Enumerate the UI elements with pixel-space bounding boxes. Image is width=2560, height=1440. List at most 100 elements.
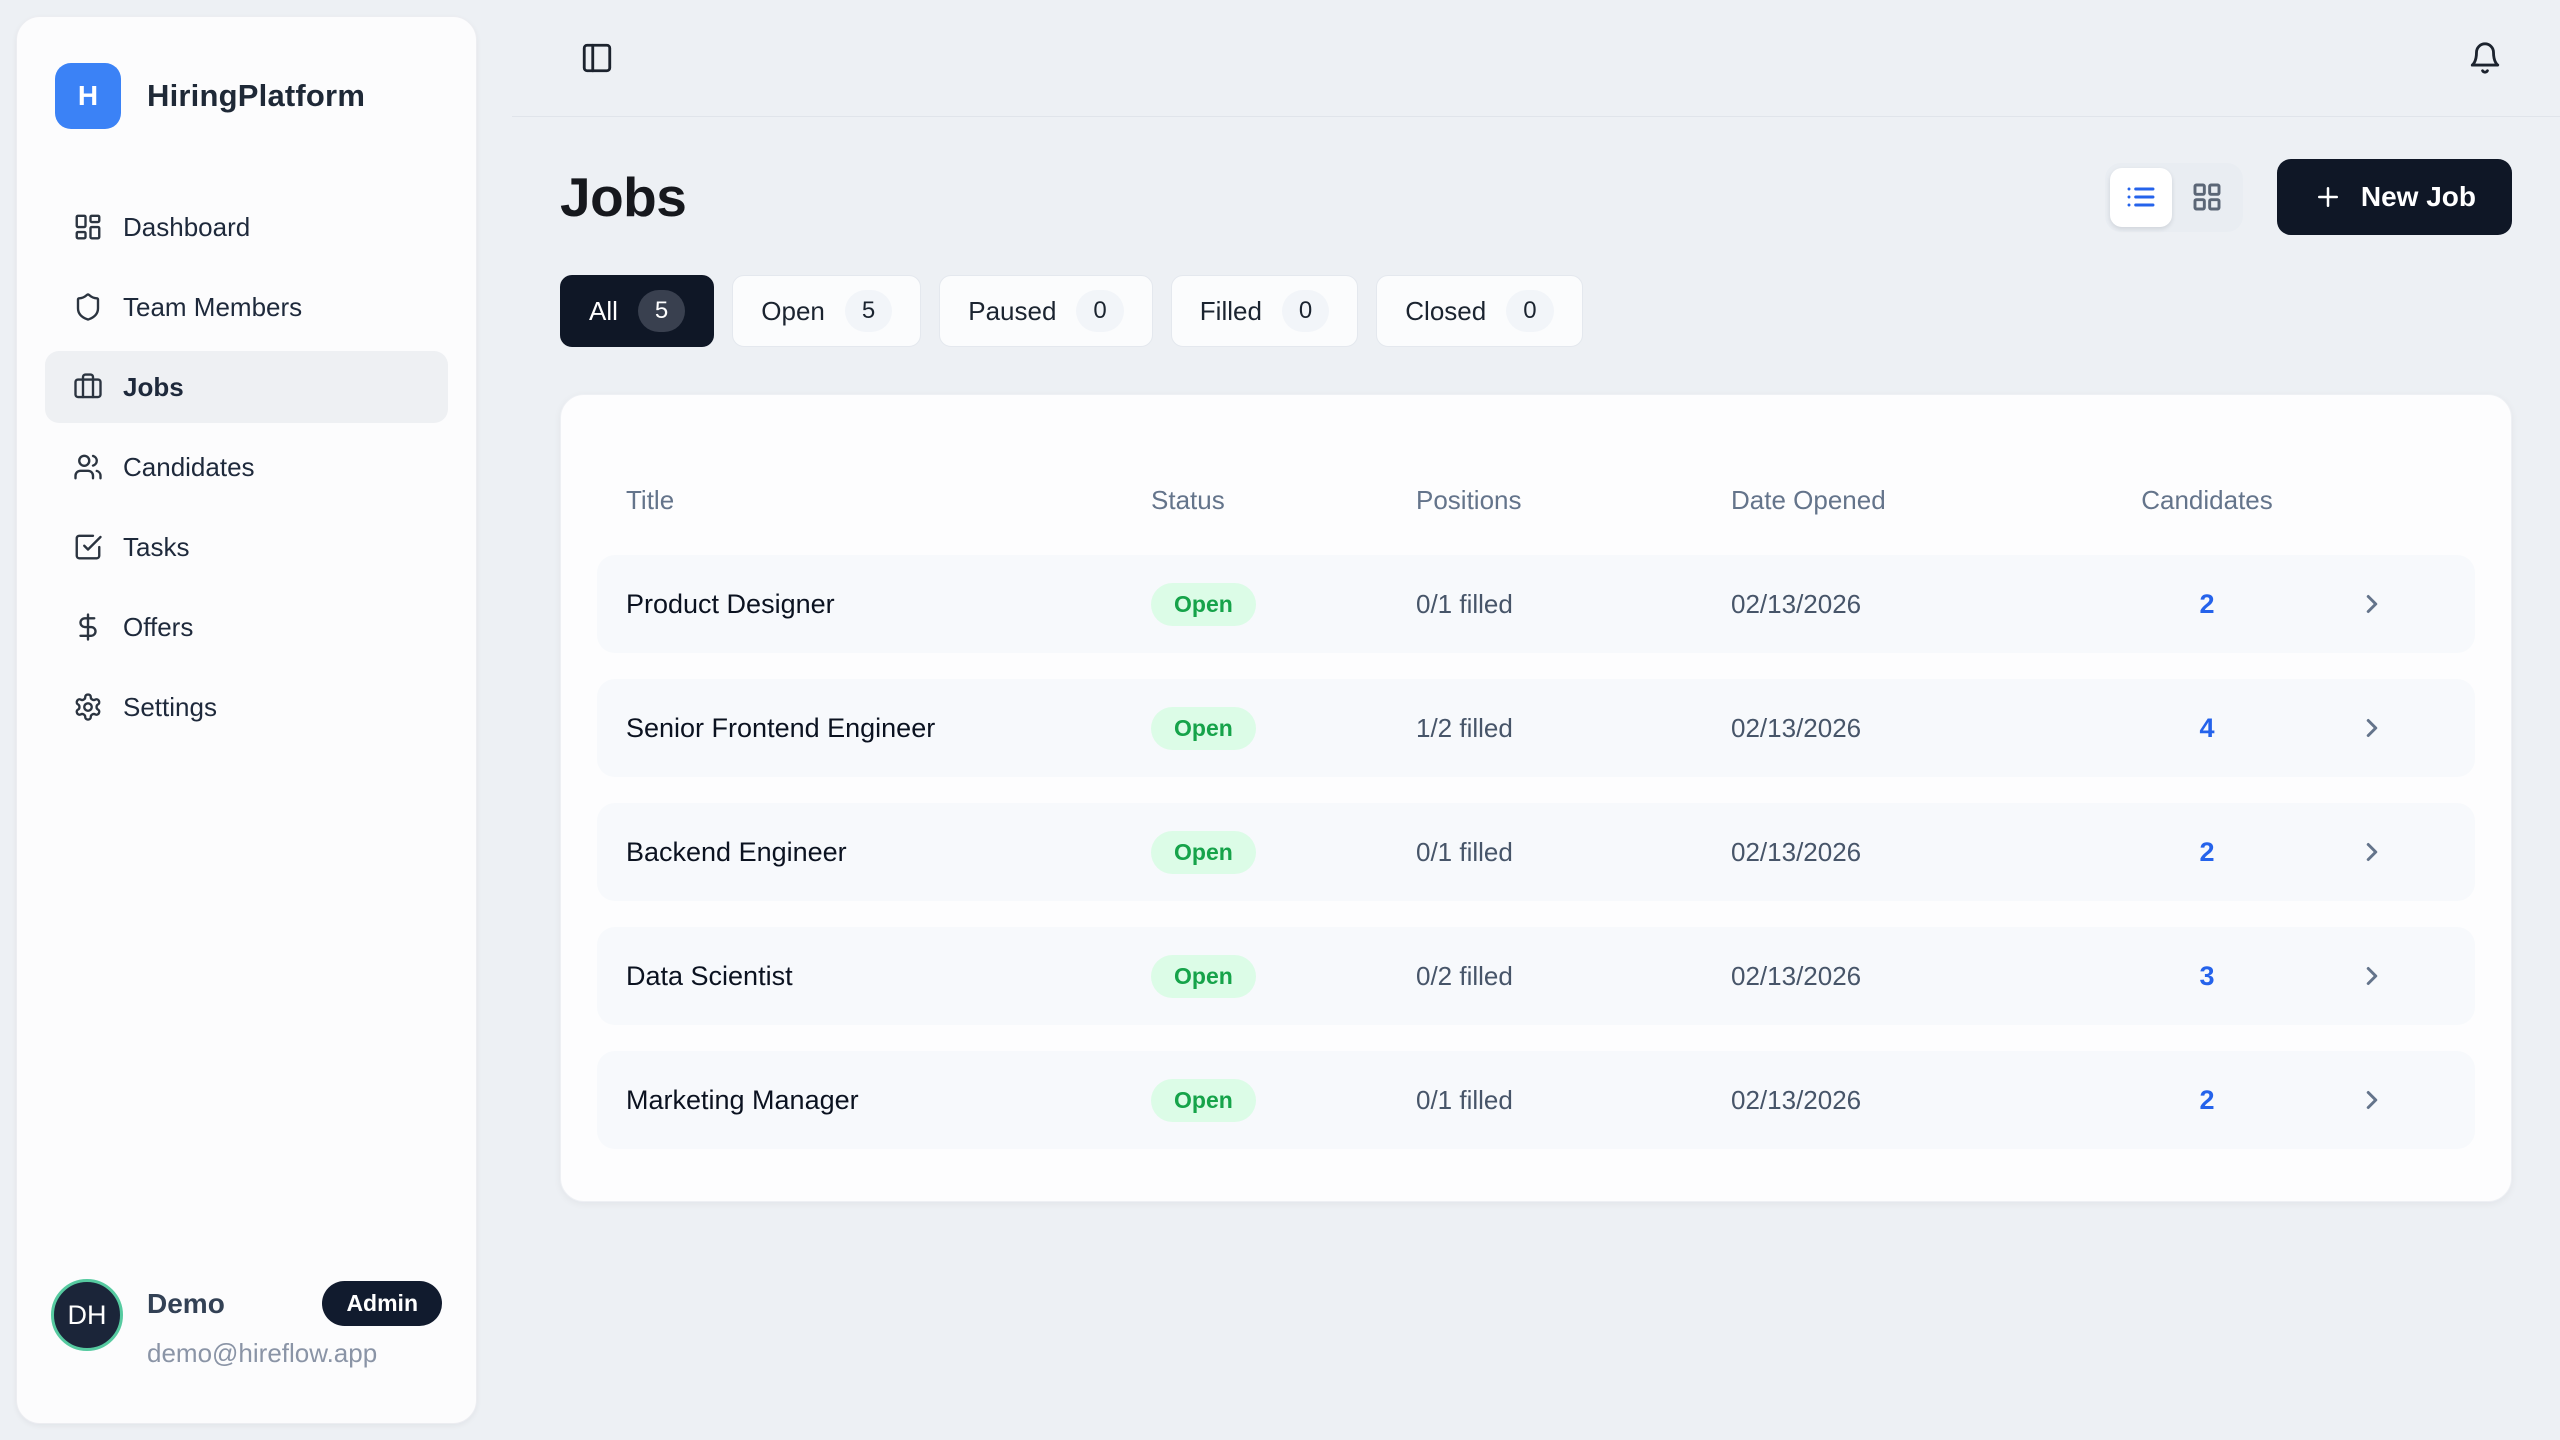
job-title: Marketing Manager [626,1085,1151,1116]
sidebar-item-candidates[interactable]: Candidates [45,431,448,503]
status-filters: All 5 Open 5 Paused 0 Filled 0 Closed 0 [560,275,2512,347]
chevron-right-icon[interactable] [2297,837,2446,867]
status-badge: Open [1151,583,1256,626]
sidebar: H HiringPlatform Dashboard Team Members … [16,16,477,1424]
date-opened-cell: 02/13/2026 [1731,961,2117,992]
filter-all[interactable]: All 5 [560,275,714,347]
status-badge: Open [1151,831,1256,874]
column-date-opened: Date Opened [1731,485,2117,516]
table-row[interactable]: Product Designer Open 0/1 filled 02/13/2… [597,555,2475,653]
filter-open[interactable]: Open 5 [732,275,921,347]
sidebar-nav: Dashboard Team Members Jobs Candidates T… [45,191,448,743]
filter-count: 5 [845,290,892,332]
sidebar-item-team-members[interactable]: Team Members [45,271,448,343]
topbar [512,0,2560,117]
sidebar-item-settings[interactable]: Settings [45,671,448,743]
date-opened-cell: 02/13/2026 [1731,589,2117,620]
candidates-count-link[interactable]: 2 [2117,589,2297,620]
table-header: Title Status Positions Date Opened Candi… [597,445,2475,555]
candidates-count-link[interactable]: 2 [2117,1085,2297,1116]
brand-logo-icon: H [55,63,121,129]
table-row[interactable]: Data Scientist Open 0/2 filled 02/13/202… [597,927,2475,1025]
filter-count: 5 [638,290,685,332]
filter-paused[interactable]: Paused 0 [939,275,1153,347]
table-row[interactable]: Senior Frontend Engineer Open 1/2 filled… [597,679,2475,777]
candidates-count-link[interactable]: 3 [2117,961,2297,992]
sidebar-item-label: Tasks [123,532,189,563]
date-opened-cell: 02/13/2026 [1731,713,2117,744]
positions-cell: 0/1 filled [1416,837,1731,868]
table-row[interactable]: Marketing Manager Open 0/1 filled 02/13/… [597,1051,2475,1149]
filter-label: All [589,296,618,327]
sidebar-item-label: Dashboard [123,212,250,243]
filter-count: 0 [1282,290,1329,332]
sidebar-item-tasks[interactable]: Tasks [45,511,448,583]
table-row[interactable]: Backend Engineer Open 0/1 filled 02/13/2… [597,803,2475,901]
date-opened-cell: 02/13/2026 [1731,1085,2117,1116]
plus-icon [2313,182,2343,212]
filter-closed[interactable]: Closed 0 [1376,275,1582,347]
filter-label: Open [761,296,825,327]
job-title: Backend Engineer [626,837,1151,868]
date-opened-cell: 02/13/2026 [1731,837,2117,868]
role-badge: Admin [322,1281,442,1326]
filter-count: 0 [1076,290,1123,332]
sidebar-toggle-button[interactable] [574,35,620,81]
dollar-icon [73,612,103,642]
new-job-label: New Job [2361,181,2476,213]
filter-label: Filled [1200,296,1262,327]
filter-count: 0 [1506,290,1553,332]
brand: H HiringPlatform [45,63,448,129]
candidates-count-link[interactable]: 4 [2117,713,2297,744]
grid-icon [2191,181,2223,213]
candidates-count-link[interactable]: 2 [2117,837,2297,868]
status-badge: Open [1151,707,1256,750]
shield-icon [73,292,103,322]
job-title: Data Scientist [626,961,1151,992]
sidebar-item-label: Offers [123,612,193,643]
positions-cell: 1/2 filled [1416,713,1731,744]
filter-label: Paused [968,296,1056,327]
user-profile: DH Demo Admin demo@hireflow.app [45,1269,448,1383]
chevron-right-icon[interactable] [2297,1085,2446,1115]
view-toggle [2105,163,2243,232]
sidebar-item-label: Jobs [123,372,184,403]
column-status: Status [1151,485,1416,516]
positions-cell: 0/1 filled [1416,1085,1731,1116]
filter-label: Closed [1405,296,1486,327]
jobs-table-card: Title Status Positions Date Opened Candi… [560,394,2512,1202]
chevron-right-icon[interactable] [2297,589,2446,619]
job-title: Senior Frontend Engineer [626,713,1151,744]
job-title: Product Designer [626,589,1151,620]
user-email: demo@hireflow.app [147,1338,442,1369]
gear-icon [73,692,103,722]
positions-cell: 0/1 filled [1416,589,1731,620]
chevron-right-icon[interactable] [2297,961,2446,991]
sidebar-item-dashboard[interactable]: Dashboard [45,191,448,263]
main-area: Jobs [512,0,2560,1440]
column-candidates: Candidates [2117,485,2297,516]
users-icon [73,452,103,482]
chevron-right-icon[interactable] [2297,713,2446,743]
brand-name: HiringPlatform [147,78,365,114]
column-positions: Positions [1416,485,1731,516]
positions-cell: 0/2 filled [1416,961,1731,992]
sidebar-item-label: Candidates [123,452,255,483]
new-job-button[interactable]: New Job [2277,159,2512,235]
grid-view-button[interactable] [2176,168,2238,227]
status-badge: Open [1151,955,1256,998]
sidebar-item-jobs[interactable]: Jobs [45,351,448,423]
list-view-button[interactable] [2110,168,2172,227]
dashboard-icon [73,212,103,242]
sidebar-item-offers[interactable]: Offers [45,591,448,663]
status-badge: Open [1151,1079,1256,1122]
filter-filled[interactable]: Filled 0 [1171,275,1359,347]
page-title: Jobs [560,165,686,229]
avatar: DH [51,1279,123,1351]
sidebar-item-label: Team Members [123,292,302,323]
list-icon [2125,181,2157,213]
bell-icon [2468,41,2502,75]
panel-left-icon [580,41,614,75]
user-name: Demo [147,1288,225,1320]
notifications-button[interactable] [2462,35,2508,81]
